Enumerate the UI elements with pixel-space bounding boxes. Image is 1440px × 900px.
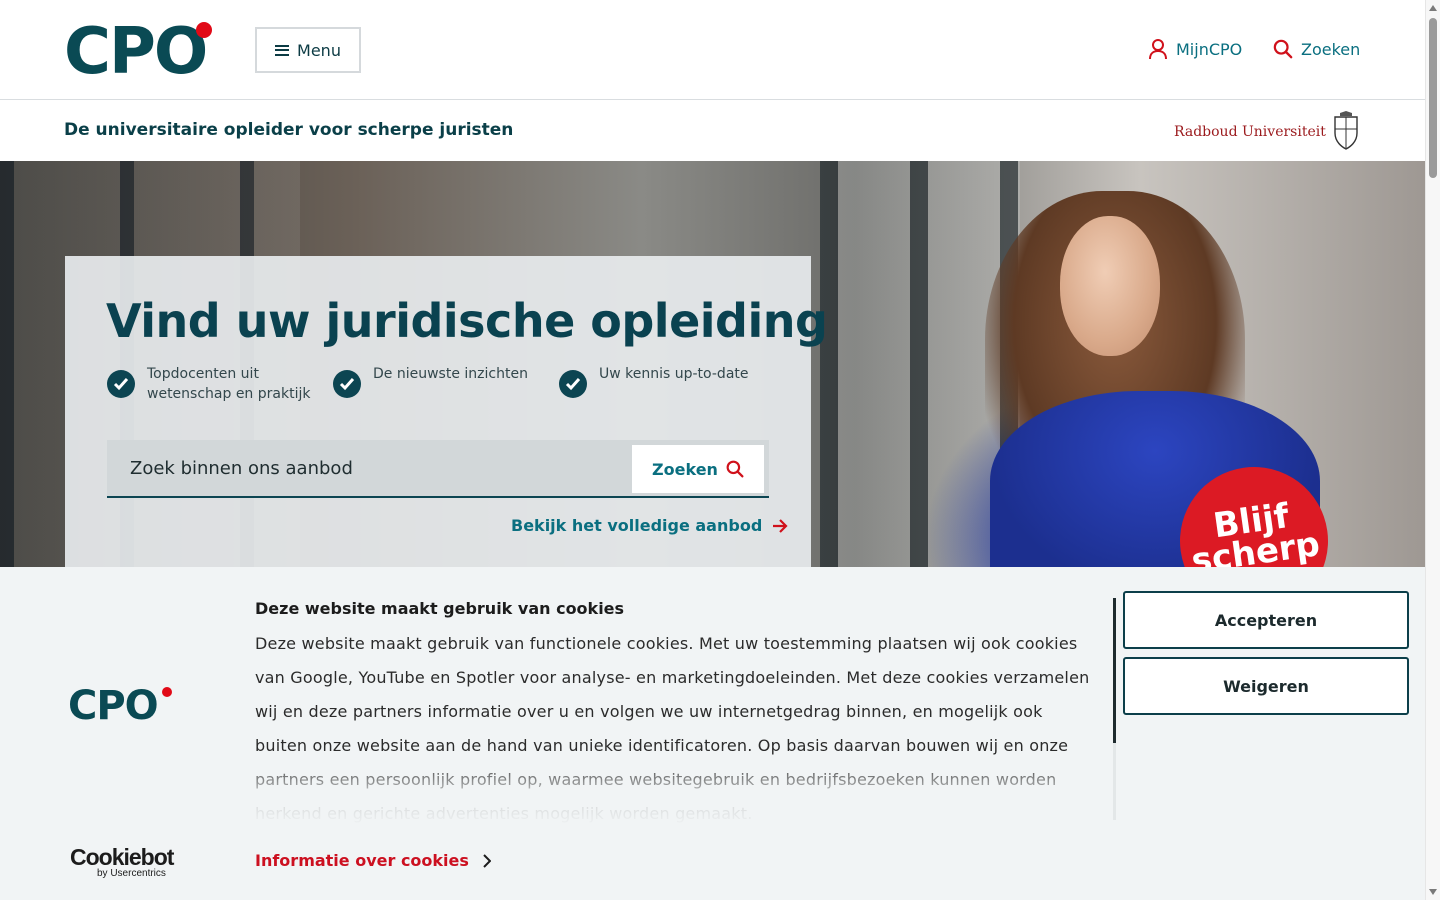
search-panel: Vind uw juridische opleiding Topdocenten…	[65, 256, 828, 567]
user-icon	[1149, 39, 1167, 60]
search-icon	[726, 460, 744, 478]
decline-cookies-button[interactable]: Weigeren	[1123, 657, 1409, 715]
tagline: De universitaire opleider voor scherpe j…	[64, 120, 514, 140]
cookie-info-link[interactable]: Informatie over cookies	[255, 851, 491, 870]
cookie-banner: CPO Deze website maakt gebruik van cooki…	[0, 567, 1425, 900]
menu-label: Menu	[297, 40, 341, 60]
usp-item: Uw kennis up-to-date	[559, 364, 749, 398]
cookie-banner-logo: CPO	[68, 685, 188, 729]
arrow-right-icon	[773, 518, 788, 533]
course-search-button[interactable]: Zoeken	[632, 445, 764, 493]
page-scrollbar[interactable]	[1425, 0, 1440, 900]
checkmark-icon	[107, 370, 135, 398]
header-search-label: Zoeken	[1301, 39, 1361, 59]
mijncpo-link[interactable]: MijnCPO	[1148, 38, 1242, 60]
header-search-link[interactable]: Zoeken	[1273, 38, 1360, 60]
course-search-form: Zoeken	[107, 440, 769, 498]
menu-button[interactable]: Menu	[255, 27, 361, 73]
logo-text: CPO	[64, 15, 208, 89]
accept-cookies-button[interactable]: Accepteren	[1123, 591, 1409, 649]
radboud-crest-icon	[1334, 111, 1358, 150]
search-icon	[1273, 39, 1293, 59]
checkmark-icon	[559, 370, 587, 398]
hero-section: Blijf scherp Vind uw juridische opleidin…	[0, 161, 1425, 567]
scrollbar-thumb[interactable]	[1429, 18, 1437, 178]
cookiebot-logo[interactable]: Cookiebot by Usercentrics	[70, 845, 180, 879]
scroll-down-icon[interactable]	[1429, 889, 1437, 895]
checkmark-icon	[333, 370, 361, 398]
usp-item: De nieuwste inzichten	[333, 364, 528, 398]
site-header: CPO Menu MijnCPO Zoeken	[0, 0, 1425, 100]
cookie-title: Deze website maakt gebruik van cookies	[255, 599, 625, 618]
radboud-wordmark[interactable]: Radboud Universiteit	[1174, 124, 1326, 140]
logo-dot	[196, 22, 212, 38]
mijncpo-label: MijnCPO	[1176, 39, 1243, 59]
hero-title: Vind uw juridische opleiding	[106, 294, 828, 348]
cookie-text-scrollbar[interactable]	[1113, 598, 1116, 743]
scroll-up-icon[interactable]	[1429, 5, 1437, 11]
chevron-right-icon	[483, 853, 491, 868]
cpo-logo[interactable]: CPO	[64, 20, 214, 84]
all-offer-link[interactable]: Bekijk het volledige aanbod	[511, 516, 788, 535]
usp-item: Topdocenten uit wetenschap en praktijk	[107, 364, 310, 404]
hamburger-icon	[275, 44, 290, 56]
course-search-input[interactable]	[107, 440, 627, 496]
